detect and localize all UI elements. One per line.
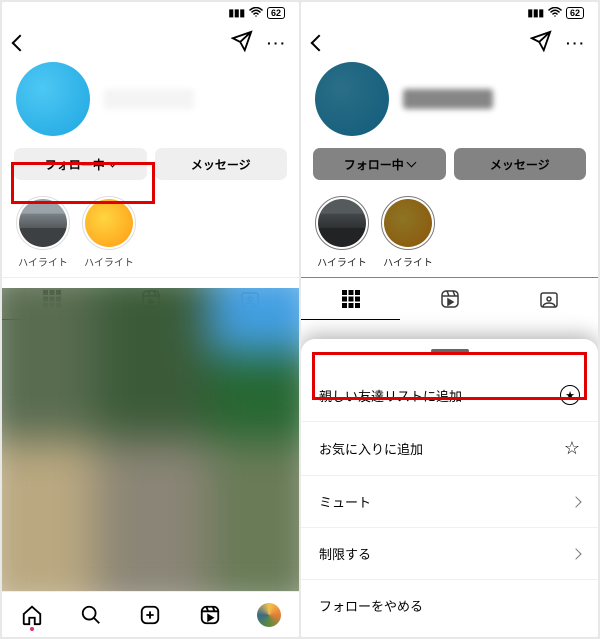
sheet-item-label: フォローをやめる: [319, 596, 423, 615]
wifi-icon: [249, 7, 263, 20]
sheet-item-label: 親しい友達リストに追加: [319, 386, 462, 405]
highlight-label: ハイライト: [18, 254, 68, 269]
bottom-nav: [2, 591, 299, 637]
star-outline-icon: ☆: [564, 438, 580, 459]
highlight-label: ハイライト: [317, 254, 367, 269]
more-icon[interactable]: ···: [267, 35, 287, 51]
tagged-icon: [539, 289, 559, 309]
back-icon[interactable]: [311, 35, 328, 52]
profile-header: [301, 62, 598, 148]
message-button[interactable]: メッセージ: [454, 148, 587, 180]
nav-profile[interactable]: [256, 602, 282, 628]
nav-home[interactable]: [19, 602, 45, 628]
top-bar: ···: [301, 24, 598, 62]
star-circle-icon: ★: [560, 385, 580, 405]
sheet-unfollow[interactable]: フォローをやめる: [301, 580, 598, 631]
sheet-handle[interactable]: [431, 349, 469, 353]
status-bar: ▮▮▮ 62: [301, 2, 598, 24]
highlight-label: ハイライト: [84, 254, 134, 269]
reels-icon: [440, 289, 460, 309]
signal-icon: ▮▮▮: [527, 8, 544, 19]
send-icon[interactable]: [231, 30, 253, 57]
notification-dot: [30, 627, 34, 631]
nav-create[interactable]: [137, 602, 163, 628]
battery-icon: 62: [566, 7, 584, 19]
avatar-icon: [257, 603, 281, 627]
highlight-item[interactable]: ハイライト: [381, 196, 435, 269]
reels-icon: [199, 604, 221, 626]
username-redacted: [104, 89, 194, 109]
grid-icon: [341, 289, 361, 309]
chevron-down-icon: [107, 158, 117, 168]
sheet-mute[interactable]: ミュート: [301, 476, 598, 528]
avatar[interactable]: [16, 62, 90, 136]
more-icon[interactable]: ···: [566, 35, 586, 51]
following-label: フォロー中: [45, 156, 105, 173]
phone-left: ▮▮▮ 62 ··· フ: [2, 2, 299, 637]
sheet-add-favorites[interactable]: お気に入りに追加 ☆: [301, 422, 598, 476]
sheet-item-label: 制限する: [319, 544, 371, 563]
signal-icon: ▮▮▮: [228, 8, 245, 19]
battery-icon: 62: [267, 7, 285, 19]
sheet-add-close-friends[interactable]: 親しい友達リストに追加 ★: [301, 369, 598, 422]
tab-grid[interactable]: [301, 278, 400, 320]
search-icon: [80, 604, 102, 626]
highlight-item[interactable]: ハイライト: [315, 196, 369, 269]
following-label: フォロー中: [344, 156, 404, 173]
top-bar: ···: [2, 24, 299, 62]
chevron-right-icon: [570, 548, 581, 559]
highlight-item[interactable]: ハイライト: [16, 196, 70, 269]
highlights-row: ハイライト ハイライト: [2, 192, 299, 277]
chevron-right-icon: [570, 496, 581, 507]
following-button[interactable]: フォロー中: [313, 148, 446, 180]
highlights-row: ハイライト ハイライト: [301, 192, 598, 277]
home-icon: [21, 604, 43, 626]
posts-grid[interactable]: [2, 288, 299, 591]
avatar[interactable]: [315, 62, 389, 136]
message-label: メッセージ: [490, 156, 550, 173]
tab-tagged[interactable]: [499, 278, 598, 320]
profile-header: [2, 62, 299, 148]
sheet-item-label: お気に入りに追加: [319, 439, 423, 458]
message-label: メッセージ: [191, 156, 251, 173]
nav-reels[interactable]: [197, 602, 223, 628]
following-button[interactable]: フォロー中: [14, 148, 147, 180]
sheet-restrict[interactable]: 制限する: [301, 528, 598, 580]
content-tabs: [301, 277, 598, 320]
action-sheet: 親しい友達リストに追加 ★ お気に入りに追加 ☆ ミュート 制限する フォローを…: [301, 339, 598, 637]
plus-icon: [139, 604, 161, 626]
highlight-item[interactable]: ハイライト: [82, 196, 136, 269]
username-redacted: [403, 89, 493, 109]
sheet-item-label: ミュート: [319, 492, 371, 511]
highlight-label: ハイライト: [383, 254, 433, 269]
send-icon[interactable]: [530, 30, 552, 57]
status-bar: ▮▮▮ 62: [2, 2, 299, 24]
message-button[interactable]: メッセージ: [155, 148, 288, 180]
wifi-icon: [548, 7, 562, 20]
back-icon[interactable]: [12, 35, 29, 52]
tab-reels[interactable]: [400, 278, 499, 320]
phone-right: ▮▮▮ 62 ··· フ: [301, 2, 598, 637]
nav-search[interactable]: [78, 602, 104, 628]
chevron-down-icon: [406, 158, 416, 168]
